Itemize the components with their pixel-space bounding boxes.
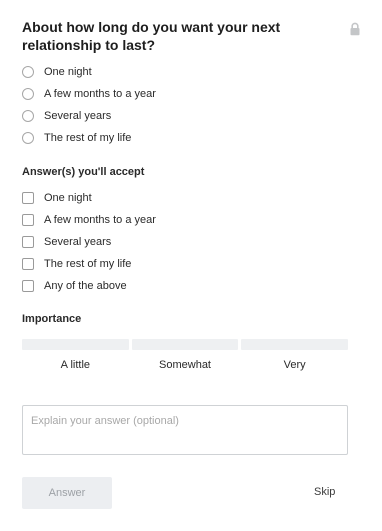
accepted-answers-title: Answer(s) you'll accept bbox=[22, 166, 145, 178]
importance-option-very[interactable]: Very bbox=[241, 339, 349, 371]
accepted-option-few-months[interactable]: A few months to a year bbox=[22, 209, 352, 231]
checkbox[interactable] bbox=[22, 192, 34, 204]
lock-icon[interactable] bbox=[349, 22, 361, 36]
own-answer-option-few-months[interactable]: A few months to a year bbox=[22, 83, 352, 105]
radio-button[interactable] bbox=[22, 66, 34, 78]
option-label: One night bbox=[44, 192, 92, 204]
importance-label: Very bbox=[283, 359, 306, 371]
own-answer-options: One night A few months to a year Several… bbox=[22, 61, 352, 149]
checkbox[interactable] bbox=[22, 214, 34, 226]
option-label: Several years bbox=[44, 236, 112, 248]
option-label: The rest of my life bbox=[44, 258, 132, 270]
importance-label: Somewhat bbox=[159, 359, 211, 371]
radio-button[interactable] bbox=[22, 88, 34, 100]
option-label: A few months to a year bbox=[44, 214, 156, 226]
importance-title: Importance bbox=[22, 313, 82, 325]
importance-selector: A little Somewhat Very bbox=[22, 339, 349, 371]
skip-link[interactable]: Skip bbox=[314, 486, 335, 498]
checkbox[interactable] bbox=[22, 236, 34, 248]
accepted-option-any[interactable]: Any of the above bbox=[22, 275, 352, 297]
own-answer-option-several-years[interactable]: Several years bbox=[22, 105, 352, 127]
checkbox[interactable] bbox=[22, 258, 34, 270]
importance-bar[interactable] bbox=[131, 339, 239, 350]
accepted-option-one-night[interactable]: One night bbox=[22, 187, 352, 209]
radio-button[interactable] bbox=[22, 110, 34, 122]
explain-answer-field[interactable] bbox=[22, 405, 348, 455]
question-card: About how long do you want your next rel… bbox=[0, 0, 382, 531]
accepted-option-several-years[interactable]: Several years bbox=[22, 231, 352, 253]
importance-option-a-little[interactable]: A little bbox=[22, 339, 129, 371]
importance-bar[interactable] bbox=[241, 339, 349, 350]
checkbox[interactable] bbox=[22, 280, 34, 292]
accepted-option-rest-of-life[interactable]: The rest of my life bbox=[22, 253, 352, 275]
question-text: About how long do you want your next rel… bbox=[22, 19, 281, 53]
option-label: A few months to a year bbox=[44, 88, 156, 100]
option-label: The rest of my life bbox=[44, 132, 132, 144]
option-label: One night bbox=[44, 66, 92, 78]
accepted-answer-options: One night A few months to a year Several… bbox=[22, 187, 352, 297]
own-answer-option-rest-of-life[interactable]: The rest of my life bbox=[22, 127, 352, 149]
importance-label: A little bbox=[60, 359, 91, 371]
answer-button[interactable]: Answer bbox=[22, 477, 112, 509]
importance-bar[interactable] bbox=[22, 339, 129, 350]
option-label: Several years bbox=[44, 110, 112, 122]
own-answer-option-one-night[interactable]: One night bbox=[22, 61, 352, 83]
option-label: Any of the above bbox=[44, 280, 127, 292]
radio-button[interactable] bbox=[22, 132, 34, 144]
importance-option-somewhat[interactable]: Somewhat bbox=[131, 339, 239, 371]
